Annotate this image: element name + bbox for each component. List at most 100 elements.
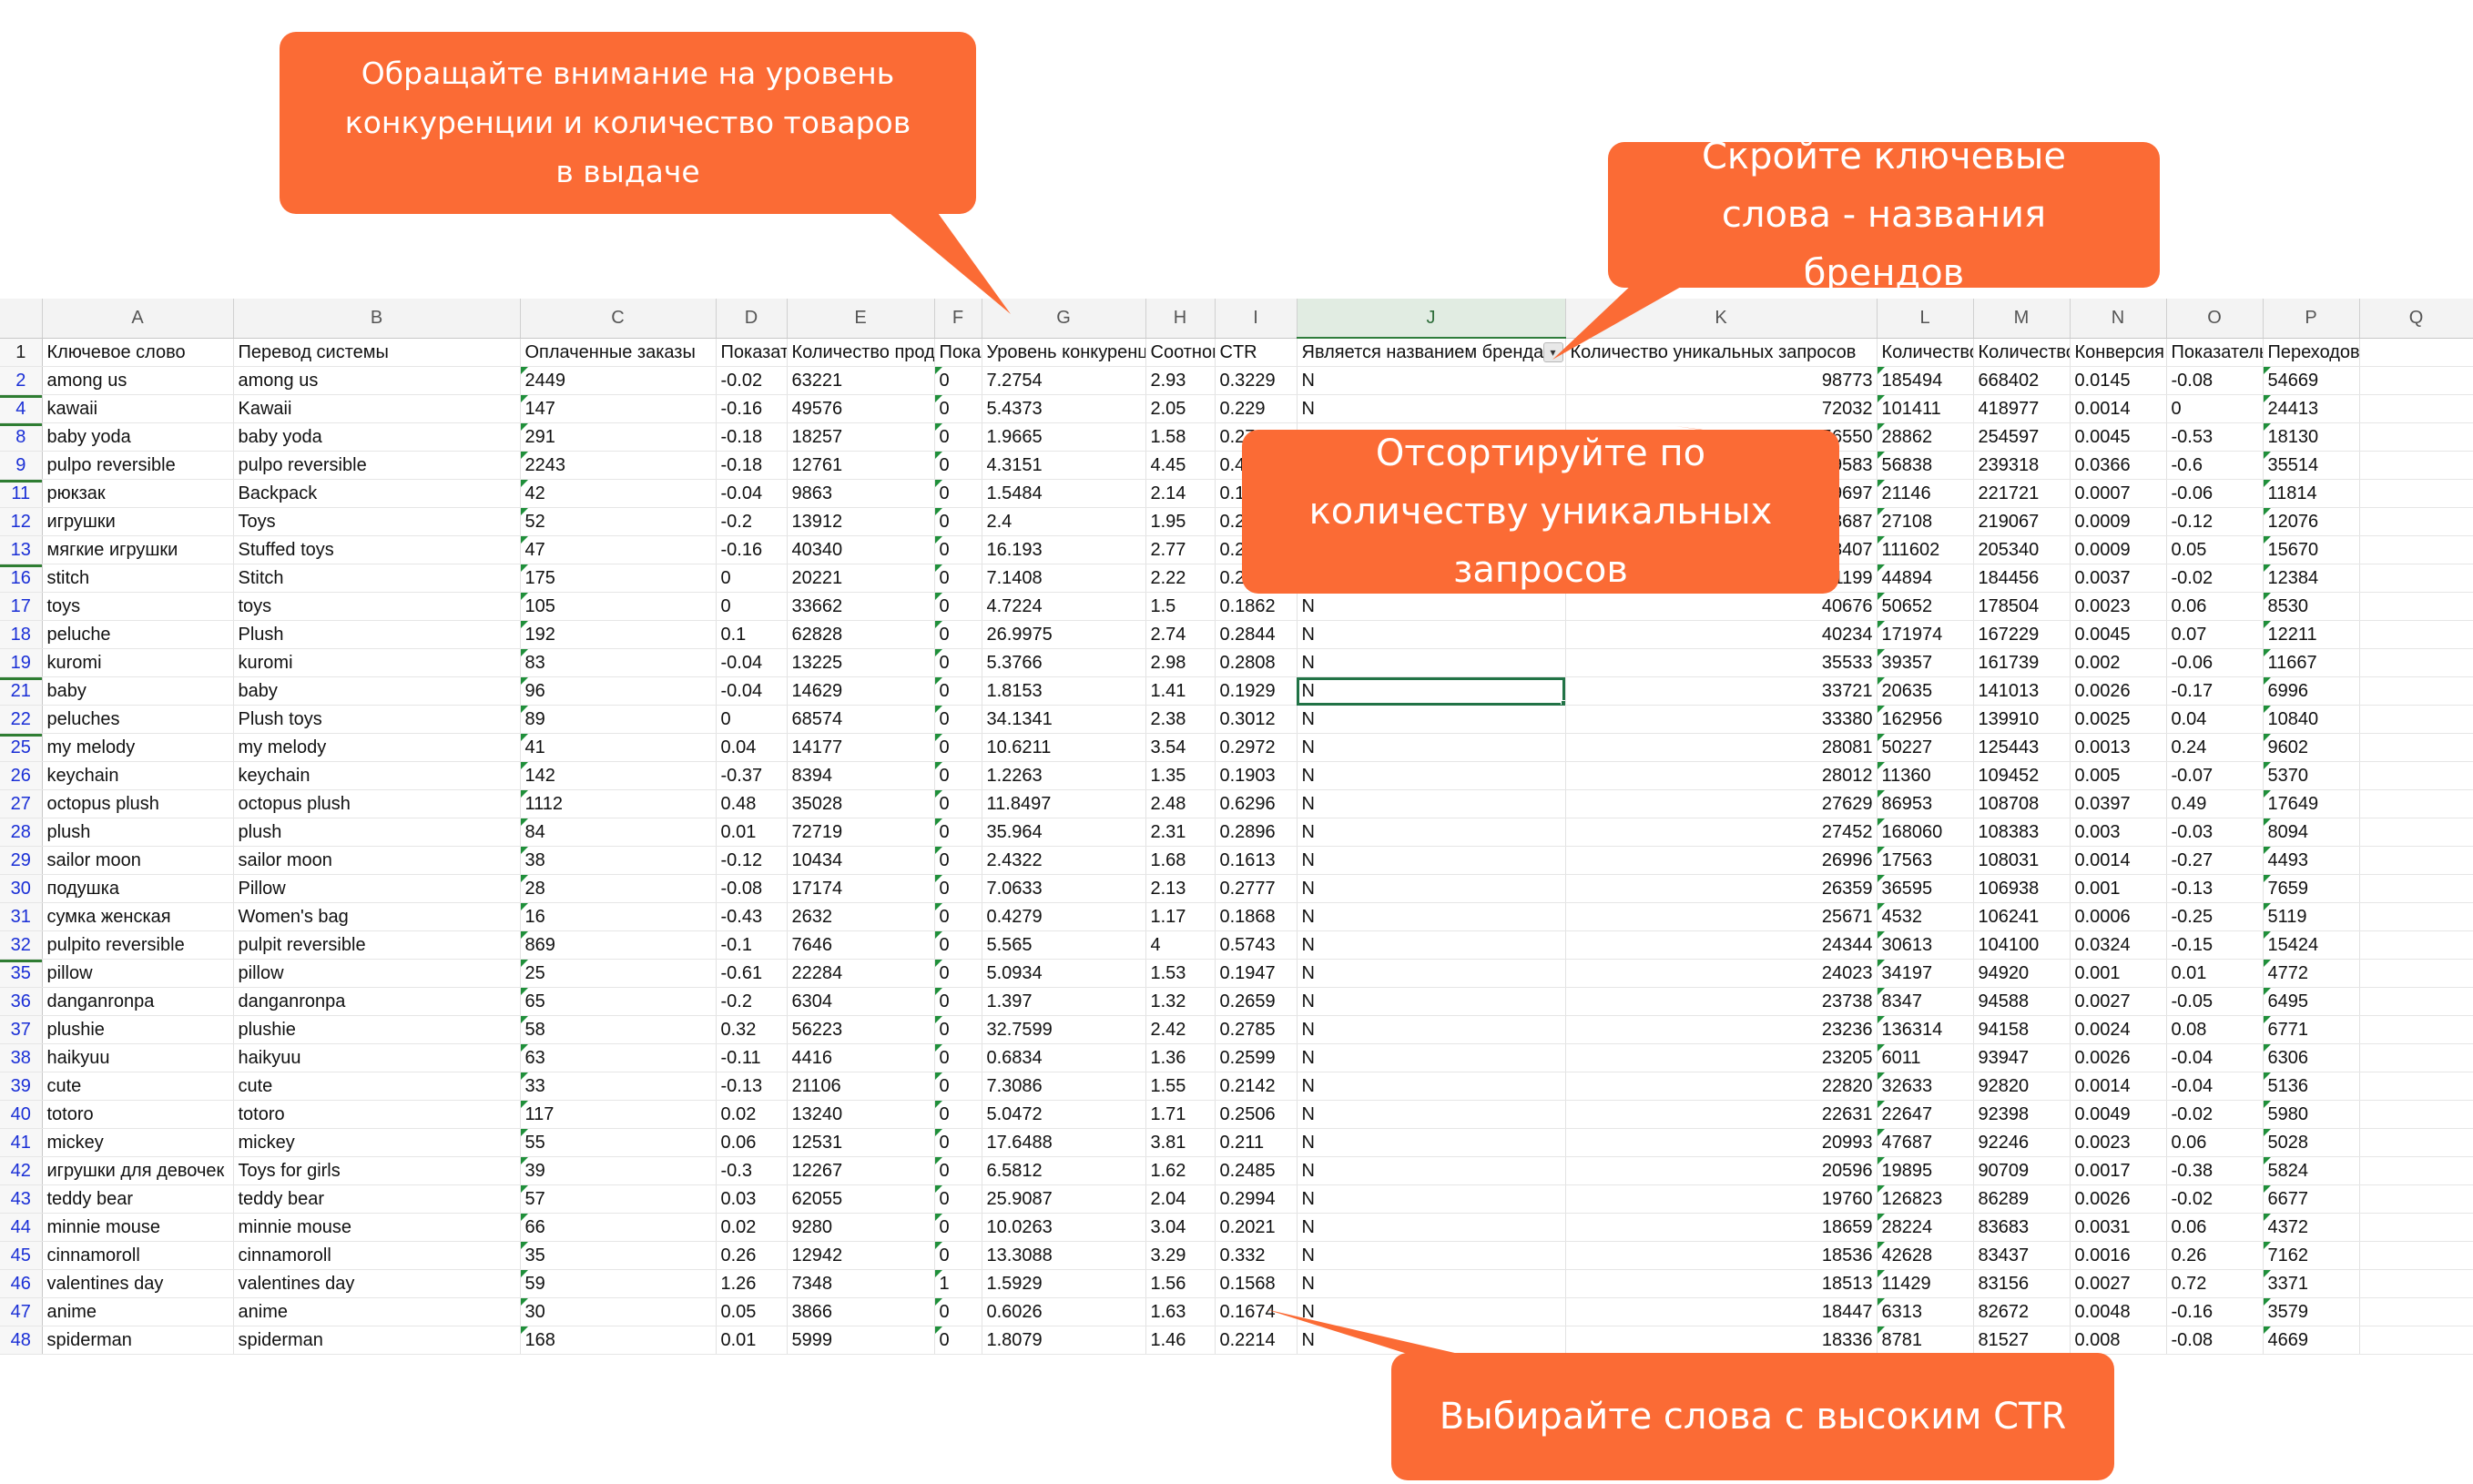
cell[interactable]: 106241 <box>1973 902 2071 931</box>
cell[interactable]: 86289 <box>1973 1184 2071 1214</box>
cell[interactable]: 6495 <box>2263 987 2360 1016</box>
cell[interactable]: 1.95 <box>1145 507 1216 536</box>
cell[interactable] <box>2359 761 2473 790</box>
cell[interactable]: 7646 <box>787 930 935 960</box>
cell[interactable]: 3.29 <box>1145 1241 1216 1270</box>
cell[interactable]: octopus plush <box>42 789 234 818</box>
cell[interactable]: 0.0366 <box>2070 451 2167 480</box>
cell[interactable]: 47687 <box>1877 1128 1974 1157</box>
cell[interactable]: 26359 <box>1565 874 1878 903</box>
cell[interactable]: 12211 <box>2263 620 2360 649</box>
cell[interactable]: 0.1929 <box>1215 676 1298 706</box>
cell[interactable]: 98773 <box>1565 366 1878 395</box>
cell[interactable]: 14177 <box>787 733 935 762</box>
cell[interactable]: 28224 <box>1877 1213 1974 1242</box>
cell[interactable]: 0.0324 <box>2070 930 2167 960</box>
cell[interactable]: 0 <box>934 1015 982 1044</box>
cell[interactable]: 184456 <box>1973 564 2071 593</box>
cell[interactable]: 5.0472 <box>982 1100 1146 1129</box>
cell[interactable]: 17174 <box>787 874 935 903</box>
cell[interactable]: 0.211 <box>1215 1128 1298 1157</box>
cell[interactable] <box>2359 1213 2473 1242</box>
cell[interactable]: 93947 <box>1973 1043 2071 1072</box>
cell[interactable]: N <box>1297 818 1566 847</box>
cell[interactable]: 139910 <box>1973 705 2071 734</box>
cell[interactable]: 92398 <box>1973 1100 2071 1129</box>
cell[interactable]: danganronpa <box>233 987 521 1016</box>
cell[interactable]: 0 <box>934 789 982 818</box>
cell[interactable]: 22631 <box>1565 1100 1878 1129</box>
cell[interactable]: 12942 <box>787 1241 935 1270</box>
cell[interactable]: N <box>1297 1072 1566 1101</box>
cell[interactable] <box>2359 1100 2473 1129</box>
cell[interactable]: 11429 <box>1877 1269 1974 1298</box>
cell[interactable]: 1.26 <box>716 1269 788 1298</box>
row-number[interactable]: 12 <box>0 507 43 536</box>
row-number[interactable]: 29 <box>0 846 43 875</box>
cell[interactable]: 254597 <box>1973 422 2071 452</box>
cell[interactable]: 0 <box>934 535 982 564</box>
cell[interactable]: 2449 <box>520 366 717 395</box>
cell[interactable]: N <box>1297 1184 1566 1214</box>
cell[interactable]: 4416 <box>787 1043 935 1072</box>
cell[interactable]: pulpo reversible <box>233 451 521 480</box>
cell[interactable]: 0.24 <box>2166 733 2264 762</box>
cell[interactable]: 6011 <box>1877 1043 1974 1072</box>
cell[interactable]: 2.04 <box>1145 1184 1216 1214</box>
cell[interactable]: 9280 <box>787 1213 935 1242</box>
cell[interactable]: -0.27 <box>2166 846 2264 875</box>
cell[interactable]: 168 <box>520 1326 717 1355</box>
cell[interactable]: 126823 <box>1877 1184 1974 1214</box>
cell[interactable]: Backpack <box>233 479 521 508</box>
cell[interactable]: 2.4 <box>982 507 1146 536</box>
cell[interactable]: 0 <box>2166 394 2264 423</box>
cell[interactable]: kuromi <box>233 648 521 677</box>
cell[interactable]: 0.2142 <box>1215 1072 1298 1101</box>
cell[interactable]: -0.06 <box>2166 479 2264 508</box>
cell[interactable]: 0.0027 <box>2070 1269 2167 1298</box>
cell[interactable]: 30 <box>520 1297 717 1326</box>
cell[interactable]: 4.7224 <box>982 592 1146 621</box>
cell[interactable]: 0 <box>934 818 982 847</box>
header-cell[interactable] <box>2359 338 2473 367</box>
cell[interactable] <box>2359 1269 2473 1298</box>
cell[interactable]: 0.05 <box>716 1297 788 1326</box>
cell[interactable]: 62055 <box>787 1184 935 1214</box>
cell[interactable]: 2.31 <box>1145 818 1216 847</box>
cell[interactable]: 6313 <box>1877 1297 1974 1326</box>
cell[interactable]: -0.02 <box>2166 1100 2264 1129</box>
cell[interactable]: 63 <box>520 1043 717 1072</box>
cell[interactable]: 0.005 <box>2070 761 2167 790</box>
cell[interactable]: 34197 <box>1877 959 1974 988</box>
cell[interactable]: 0 <box>934 620 982 649</box>
cell[interactable]: 15424 <box>2263 930 2360 960</box>
cell[interactable]: 84 <box>520 818 717 847</box>
cell[interactable]: sailor moon <box>233 846 521 875</box>
cell[interactable]: 2.48 <box>1145 789 1216 818</box>
cell[interactable]: 5824 <box>2263 1156 2360 1185</box>
cell[interactable]: 3866 <box>787 1297 935 1326</box>
cell[interactable]: 2.14 <box>1145 479 1216 508</box>
cell[interactable]: 27629 <box>1565 789 1878 818</box>
cell[interactable]: pillow <box>233 959 521 988</box>
cell[interactable] <box>2359 930 2473 960</box>
cell[interactable]: 0 <box>934 902 982 931</box>
row-number[interactable]: 32 <box>0 930 43 960</box>
cell[interactable]: 0.002 <box>2070 648 2167 677</box>
header-cell[interactable]: Уровень конкуренции <box>982 338 1146 367</box>
cell[interactable]: 13225 <box>787 648 935 677</box>
cell[interactable]: -0.06 <box>2166 648 2264 677</box>
cell[interactable]: 0.06 <box>2166 1128 2264 1157</box>
row-number[interactable]: 48 <box>0 1326 43 1355</box>
cell[interactable]: 0.1868 <box>1215 902 1298 931</box>
cell[interactable]: -0.12 <box>716 846 788 875</box>
cell[interactable]: haikyuu <box>42 1043 234 1072</box>
cell[interactable]: 0 <box>934 1156 982 1185</box>
cell[interactable]: 20596 <box>1565 1156 1878 1185</box>
cell[interactable]: baby <box>42 676 234 706</box>
row-number[interactable]: 30 <box>0 874 43 903</box>
cell[interactable]: 2.42 <box>1145 1015 1216 1044</box>
cell[interactable] <box>2359 874 2473 903</box>
cell[interactable]: 18130 <box>2263 422 2360 452</box>
cell[interactable]: 5.0934 <box>982 959 1146 988</box>
